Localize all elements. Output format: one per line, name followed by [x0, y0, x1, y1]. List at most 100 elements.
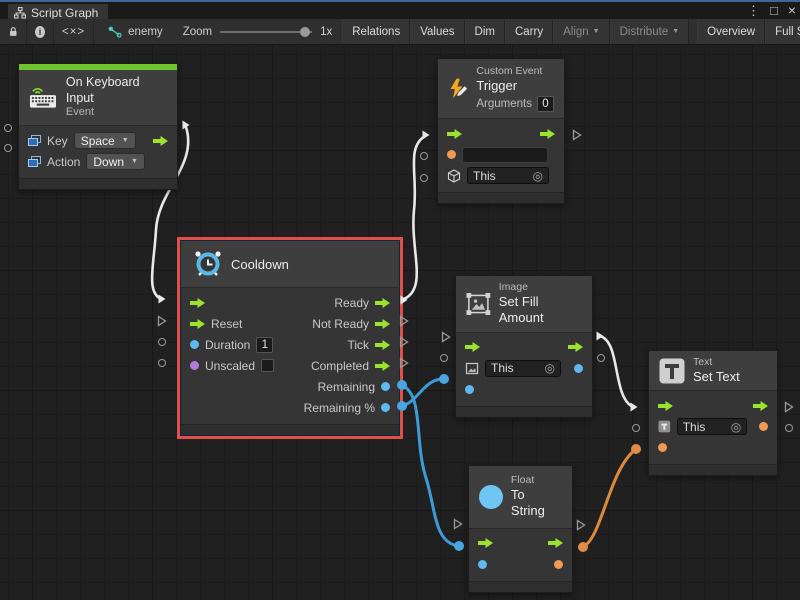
remaining-pct-port-dot[interactable] [381, 403, 390, 412]
code-ids-button[interactable]: <×> [54, 19, 94, 44]
flow-in-arrow[interactable] [190, 298, 205, 308]
duration-field[interactable]: 1 [256, 337, 273, 353]
flow-out-arrow[interactable] [153, 136, 168, 146]
relations-button[interactable]: Relations [342, 19, 410, 44]
reset-in-arrow[interactable] [190, 319, 205, 329]
port-settext-out[interactable] [785, 424, 793, 432]
lock-button[interactable] [0, 19, 27, 44]
remaining-port-dot[interactable] [381, 382, 390, 391]
port-tostring-flow-in[interactable] [453, 518, 463, 530]
port-keyboard-flow-out[interactable] [181, 119, 191, 131]
port-cooldown-flow-in[interactable] [157, 293, 167, 305]
window-maximize-icon[interactable]: □ [770, 2, 778, 19]
flow-out-arrow[interactable] [548, 538, 563, 548]
float-in-port-dot[interactable] [478, 560, 487, 569]
port-image-flow-in[interactable] [441, 331, 451, 343]
fill-amount-port-dot[interactable] [465, 385, 474, 394]
image-out-port-dot[interactable] [574, 364, 583, 373]
zoom-slider[interactable] [220, 31, 312, 33]
port-action-input[interactable] [4, 144, 12, 152]
distribute-button[interactable]: Distribute ▼ [610, 19, 690, 44]
string-out-port-dot[interactable] [554, 560, 563, 569]
port-cooldown-completed-out[interactable] [399, 357, 409, 369]
overview-button[interactable]: Overview [697, 19, 765, 44]
action-dropdown[interactable]: Down ▼ [86, 153, 145, 170]
flow-in-arrow[interactable] [465, 342, 480, 352]
port-cooldown-remainingpct-out[interactable] [397, 401, 407, 411]
key-label: Key [47, 134, 68, 148]
flow-in-arrow[interactable] [658, 401, 673, 411]
flow-in-arrow[interactable] [478, 538, 493, 548]
port-image-flow-out[interactable] [595, 330, 605, 342]
port-customevent-target[interactable] [420, 174, 428, 182]
target-field[interactable]: This ◎ [485, 360, 561, 377]
port-tostring-flow-out[interactable] [576, 519, 586, 531]
port-cooldown-unscaled[interactable] [158, 359, 166, 367]
port-customevent-name[interactable] [420, 152, 428, 160]
key-dropdown[interactable]: Space ▼ [74, 132, 136, 149]
ready-out-arrow[interactable] [375, 298, 390, 308]
flow-out-arrow[interactable] [540, 129, 555, 139]
flow-in-arrow[interactable] [447, 129, 462, 139]
event-name-field[interactable] [462, 147, 548, 163]
port-customevent-flow-out[interactable] [572, 129, 582, 141]
zoom-label: Zoom [183, 26, 212, 38]
carry-button[interactable]: Carry [505, 19, 553, 44]
node-text-set-text[interactable]: Text Set Text This ◎ [648, 350, 778, 476]
node-on-keyboard-input[interactable]: On Keyboard Input Event Key Space ▼ Acti… [18, 63, 178, 190]
text-out-port-dot[interactable] [759, 422, 768, 431]
port-cooldown-remaining-out[interactable] [397, 380, 407, 390]
port-cooldown-reset-in[interactable] [157, 315, 167, 327]
info-button[interactable]: i [27, 19, 54, 44]
flow-out-arrow[interactable] [753, 401, 768, 411]
target-picker-icon[interactable]: ◎ [533, 169, 543, 183]
port-customevent-flow-in[interactable] [421, 129, 431, 141]
port-cooldown-duration[interactable] [158, 338, 166, 346]
window-menu-icon[interactable]: ⋮ [747, 2, 760, 19]
duration-port-dot[interactable] [190, 340, 199, 349]
port-cooldown-tick-out[interactable] [399, 336, 409, 348]
flow-out-arrow[interactable] [568, 342, 583, 352]
target-picker-icon[interactable]: ◎ [545, 361, 555, 375]
unscaled-port-dot[interactable] [190, 361, 199, 370]
node-image-set-fill-amount[interactable]: Image Set Fill Amount This ◎ [455, 275, 593, 418]
node-float-to-string[interactable]: Float To String [468, 465, 573, 593]
port-key-input[interactable] [4, 124, 12, 132]
tick-out-arrow[interactable] [375, 340, 390, 350]
port-image-fillamount-in[interactable] [439, 374, 449, 384]
image-small-icon [465, 362, 479, 375]
values-button[interactable]: Values [410, 19, 464, 44]
port-cooldown-notready-out[interactable] [399, 315, 409, 327]
port-settext-flow-in[interactable] [629, 401, 639, 413]
node-custom-event-trigger[interactable]: Custom Event Trigger Arguments 0 [437, 58, 565, 204]
port-settext-target[interactable] [632, 424, 640, 432]
port-tostring-string-out[interactable] [578, 542, 588, 552]
target-field[interactable]: This ◎ [467, 167, 549, 184]
unscaled-checkbox[interactable] [261, 359, 274, 372]
zoom-slider-handle[interactable] [300, 27, 310, 37]
port-image-out[interactable] [597, 354, 605, 362]
target-picker-icon[interactable]: ◎ [731, 420, 741, 434]
port-tostring-float-in[interactable] [454, 541, 464, 551]
not-ready-out-arrow[interactable] [375, 319, 390, 329]
duration-label: Duration [205, 338, 250, 352]
port-settext-value-in[interactable] [631, 444, 641, 454]
graph-breadcrumb[interactable]: enemy [94, 19, 173, 44]
text-value-port-dot[interactable] [658, 443, 667, 452]
port-image-target[interactable] [440, 354, 448, 362]
fullscreen-button[interactable]: Full Screen [765, 19, 800, 44]
cube-icon [447, 169, 461, 183]
dim-button[interactable]: Dim [465, 19, 505, 44]
string-port-dot[interactable] [447, 150, 456, 159]
target-field[interactable]: This ◎ [677, 418, 748, 435]
node-cooldown[interactable]: Cooldown Ready Reset Not Ready Duration … [180, 240, 400, 436]
node-title: Set Fill Amount [499, 294, 582, 327]
align-button[interactable]: Align ▼ [553, 19, 610, 44]
port-settext-flow-out[interactable] [784, 401, 794, 413]
custom-event-icon [448, 76, 468, 102]
window-close-icon[interactable]: × [788, 2, 796, 19]
completed-out-arrow[interactable] [375, 361, 390, 371]
arguments-field[interactable]: 0 [537, 96, 554, 112]
node-footer [19, 178, 177, 189]
port-cooldown-ready-out[interactable] [399, 294, 409, 306]
